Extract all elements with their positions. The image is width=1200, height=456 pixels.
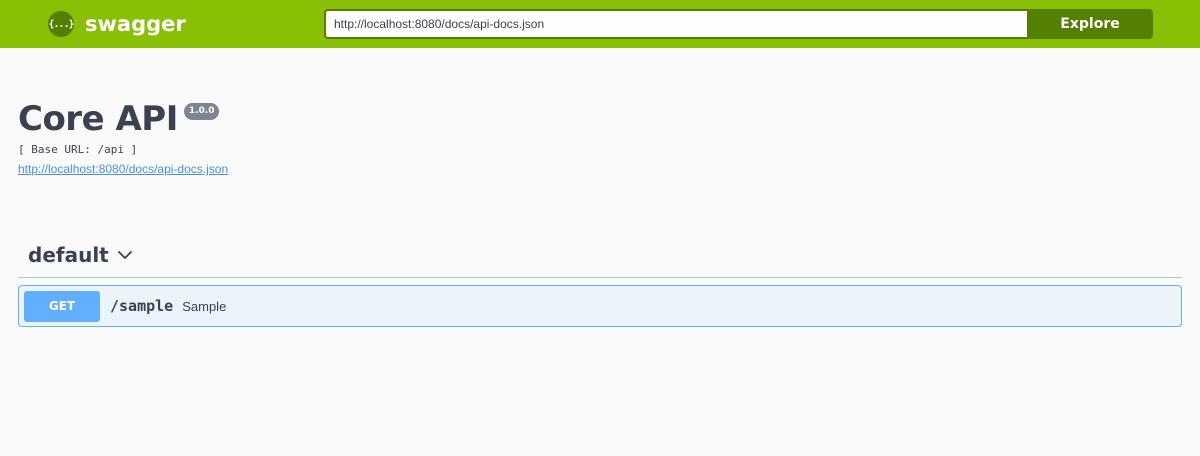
api-title: Core API [18, 99, 178, 139]
spec-url-input[interactable] [324, 9, 1027, 39]
swagger-logo[interactable]: {...} swagger [48, 11, 186, 37]
brand-name: swagger [85, 12, 186, 36]
spec-link[interactable]: http://localhost:8080/docs/api-docs.json [18, 162, 228, 176]
tag-name: default [28, 242, 109, 267]
explore-button[interactable]: Explore [1027, 9, 1153, 39]
base-url: [ Base URL: /api ] [18, 143, 138, 156]
api-title-row: Core API 1.0.0 [18, 98, 220, 140]
operation-path: /sample [110, 297, 174, 315]
topbar: {...} swagger Explore [0, 0, 1200, 48]
version-badge: 1.0.0 [183, 103, 220, 120]
method-badge-get: GET [24, 290, 100, 322]
swagger-logo-icon: {...} [48, 11, 75, 37]
tag-section-default[interactable]: default [18, 232, 1182, 278]
chevron-down-icon[interactable] [117, 247, 133, 263]
operation-summary: Sample [182, 298, 227, 314]
operation-get-sample[interactable]: GET /sample Sample [18, 285, 1182, 327]
